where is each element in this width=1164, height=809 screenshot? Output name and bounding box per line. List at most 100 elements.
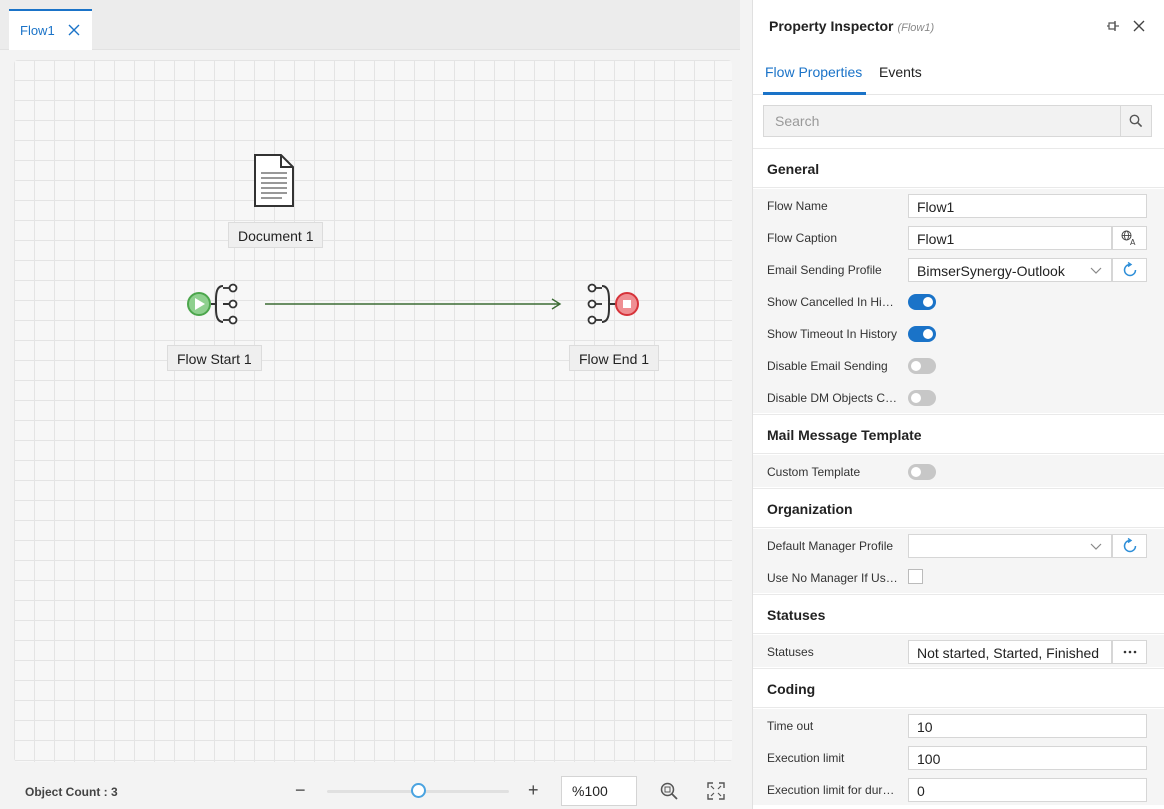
flow-end-icon[interactable] <box>584 282 644 330</box>
prop-use-no-manager: Use No Manager If User Has No Manager <box>753 561 1164 593</box>
inspector-title-text: Property Inspector <box>769 18 894 34</box>
execution-limit-field[interactable]: 100 <box>908 746 1147 770</box>
zoom-slider-thumb[interactable] <box>410 783 426 798</box>
prop-statuses: Statuses Not started, Started, Finished <box>753 635 1164 667</box>
execution-limit-duration-value: 0 <box>917 783 925 799</box>
toggle-knob <box>911 361 921 371</box>
section-coding-title: Coding <box>767 681 816 697</box>
prop-label: Flow Name <box>767 199 828 213</box>
object-count: Object Count : 3 <box>25 785 118 799</box>
search-icon <box>1129 114 1143 128</box>
section-organization-title: Organization <box>767 501 853 517</box>
prop-disable-dm: Disable DM Objects Cache <box>753 381 1164 413</box>
flow-caption-value: Flow1 <box>917 231 955 247</box>
prop-label: Show Cancelled In History <box>767 295 899 309</box>
prop-label: Disable Email Sending <box>767 359 888 373</box>
prop-label: Use No Manager If User Has No Manager <box>767 571 899 585</box>
designer-statusbar: Object Count : 3 − + <box>14 772 732 809</box>
zoom-in-button[interactable]: + <box>528 781 539 799</box>
inspector-title: Property Inspector (Flow1) <box>769 18 934 34</box>
svg-text:A: A <box>1130 238 1136 246</box>
fullscreen-icon[interactable] <box>706 781 726 801</box>
toggle-knob <box>923 297 933 307</box>
section-coding[interactable]: Coding <box>753 668 1164 708</box>
prop-label: Show Timeout In History <box>767 327 898 341</box>
flow-start-icon[interactable] <box>185 282 245 330</box>
refresh-icon <box>1123 261 1136 277</box>
prop-label: Custom Template <box>767 465 861 479</box>
connector-arrow[interactable] <box>264 296 564 312</box>
flow-canvas[interactable]: Document 1 Flow Start 1 Flow End 1 <box>14 60 732 762</box>
toggle-knob <box>911 467 921 477</box>
document-node-label[interactable]: Document 1 <box>228 222 324 248</box>
tab-flow-properties[interactable]: Flow Properties <box>765 64 862 80</box>
prop-label: Statuses <box>767 645 814 659</box>
document-tabbar: Flow1 <box>0 0 740 50</box>
zoom-fit-icon[interactable] <box>659 781 679 801</box>
statuses-field[interactable]: Not started, Started, Finished <box>908 640 1147 664</box>
prop-flow-name: Flow Name Flow1 <box>753 189 1164 221</box>
show-cancelled-toggle[interactable] <box>908 294 936 310</box>
tab-flow1[interactable]: Flow1 <box>9 9 92 50</box>
section-statuses[interactable]: Statuses <box>753 594 1164 634</box>
zoom-input[interactable] <box>561 776 637 806</box>
zoom-out-button[interactable]: − <box>295 781 306 799</box>
time-out-field[interactable]: 10 <box>908 714 1147 738</box>
execution-limit-value: 100 <box>917 751 941 767</box>
property-search <box>763 105 1152 137</box>
prop-label: Execution limit for duration <box>767 783 899 797</box>
execution-limit-duration-field[interactable]: 0 <box>908 778 1147 802</box>
prop-label: Email Sending Profile <box>767 263 882 277</box>
flow-caption-field[interactable]: Flow1 A <box>908 226 1147 250</box>
pin-icon[interactable] <box>1105 18 1121 34</box>
flow-name-value: Flow1 <box>917 199 955 215</box>
prop-execution-limit-duration: Execution limit for duration 0 <box>753 773 1164 805</box>
prop-email-sending-profile: Email Sending Profile BimserSynergy-Outl… <box>753 253 1164 285</box>
prop-disable-email: Disable Email Sending <box>753 349 1164 381</box>
prop-show-timeout: Show Timeout In History <box>753 317 1164 349</box>
prop-label: Disable DM Objects Cache <box>767 391 899 405</box>
flow-end-node-label[interactable]: Flow End 1 <box>569 345 660 371</box>
chevron-down-icon <box>1090 543 1102 550</box>
refresh-button[interactable] <box>1112 534 1147 558</box>
toggle-knob <box>911 393 921 403</box>
chevron-down-icon <box>1090 267 1102 274</box>
flow-name-field[interactable]: Flow1 <box>908 194 1147 218</box>
designer-pane: Flow1 Document 1 Flow Start 1 Flow End 1… <box>0 0 740 809</box>
section-organization[interactable]: Organization <box>753 488 1164 528</box>
use-no-manager-checkbox[interactable] <box>908 569 923 584</box>
close-icon[interactable] <box>67 23 81 37</box>
section-general[interactable]: General <box>753 148 1164 188</box>
statuses-edit-button[interactable] <box>1112 640 1147 664</box>
search-input[interactable] <box>764 106 1120 136</box>
time-out-value: 10 <box>917 719 933 735</box>
document-icon[interactable] <box>252 153 296 209</box>
inspector-subtitle: (Flow1) <box>897 22 935 34</box>
statuses-value: Not started, Started, Finished <box>917 645 1100 661</box>
refresh-button[interactable] <box>1112 258 1147 282</box>
prop-time-out: Time out 10 <box>753 709 1164 741</box>
prop-custom-template: Custom Template <box>753 455 1164 487</box>
disable-email-toggle[interactable] <box>908 358 936 374</box>
translate-button[interactable]: A <box>1112 226 1147 250</box>
tab-events[interactable]: Events <box>879 64 922 80</box>
close-icon[interactable] <box>1132 19 1146 33</box>
flow-start-node-label[interactable]: Flow Start 1 <box>167 345 262 371</box>
section-mail-template[interactable]: Mail Message Template <box>753 414 1164 454</box>
ellipsis-icon <box>1123 650 1136 654</box>
email-profile-select[interactable]: BimserSynergy-Outlook <box>908 258 1147 282</box>
tab-flow1-label: Flow1 <box>20 23 55 38</box>
search-button[interactable] <box>1120 106 1151 136</box>
prop-label: Execution limit <box>767 751 845 765</box>
show-timeout-toggle[interactable] <box>908 326 936 342</box>
prop-show-cancelled: Show Cancelled In History <box>753 285 1164 317</box>
custom-template-toggle[interactable] <box>908 464 936 480</box>
disable-dm-toggle[interactable] <box>908 390 936 406</box>
section-mail-title: Mail Message Template <box>767 427 922 443</box>
section-statuses-title: Statuses <box>767 607 826 623</box>
default-manager-select[interactable] <box>908 534 1147 558</box>
prop-label: Time out <box>767 719 814 733</box>
toggle-knob <box>923 329 933 339</box>
section-general-title: General <box>767 161 820 177</box>
translate-icon: A <box>1121 230 1136 246</box>
